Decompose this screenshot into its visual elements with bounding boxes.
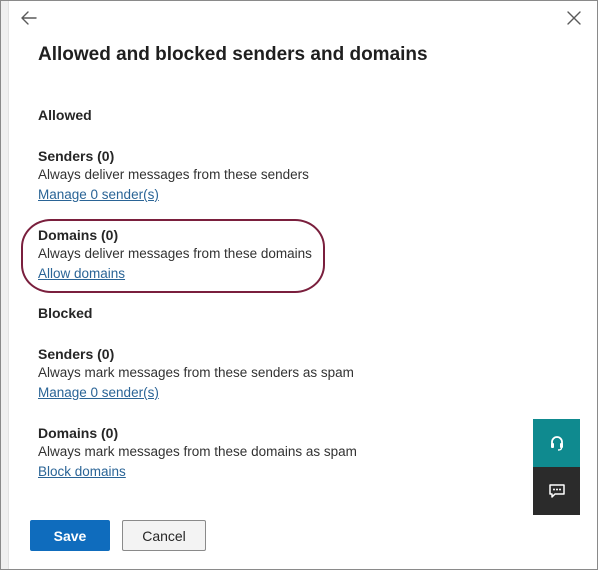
dialog-title: Allowed and blocked senders and domains xyxy=(38,44,428,65)
allowed-senders-description: Always deliver messages from these sende… xyxy=(38,167,309,182)
chat-feedback-icon xyxy=(548,484,565,498)
blocked-senders-group: Senders (0) Always mark messages from th… xyxy=(38,345,368,403)
save-button[interactable]: Save xyxy=(30,520,110,551)
manage-allowed-senders-link[interactable]: Manage 0 sender(s) xyxy=(38,185,159,205)
close-button[interactable] xyxy=(563,7,585,29)
blocked-domains-group: Domains (0) Always mark messages from th… xyxy=(38,424,368,482)
blocked-domains-description: Always mark messages from these domains … xyxy=(38,444,357,459)
close-icon xyxy=(567,11,581,25)
allowed-domains-description: Always deliver messages from these domai… xyxy=(38,246,312,261)
blocked-senders-description: Always mark messages from these senders … xyxy=(38,365,354,380)
allowed-heading: Allowed xyxy=(38,107,92,123)
help-button[interactable] xyxy=(533,419,580,467)
cancel-button[interactable]: Cancel xyxy=(122,520,206,551)
panel-edge xyxy=(1,1,9,569)
headset-icon xyxy=(550,436,563,451)
allow-domains-link[interactable]: Allow domains xyxy=(38,264,125,284)
allowed-domains-title: Domains (0) xyxy=(38,227,119,243)
blocked-heading: Blocked xyxy=(38,305,93,321)
manage-blocked-senders-link[interactable]: Manage 0 sender(s) xyxy=(38,383,159,403)
blocked-domains-title: Domains (0) xyxy=(38,425,119,441)
arrow-left-icon xyxy=(21,11,37,25)
blocked-senders-title: Senders (0) xyxy=(38,346,115,362)
block-domains-link[interactable]: Block domains xyxy=(38,462,126,482)
allowed-senders-title: Senders (0) xyxy=(38,148,115,164)
back-button[interactable] xyxy=(18,7,40,29)
feedback-button[interactable] xyxy=(533,467,580,515)
allowed-senders-group: Senders (0) Always deliver messages from… xyxy=(38,147,368,205)
dialog-panel: Allowed and blocked senders and domains … xyxy=(0,0,598,570)
allowed-domains-group: Domains (0) Always deliver messages from… xyxy=(38,226,368,284)
